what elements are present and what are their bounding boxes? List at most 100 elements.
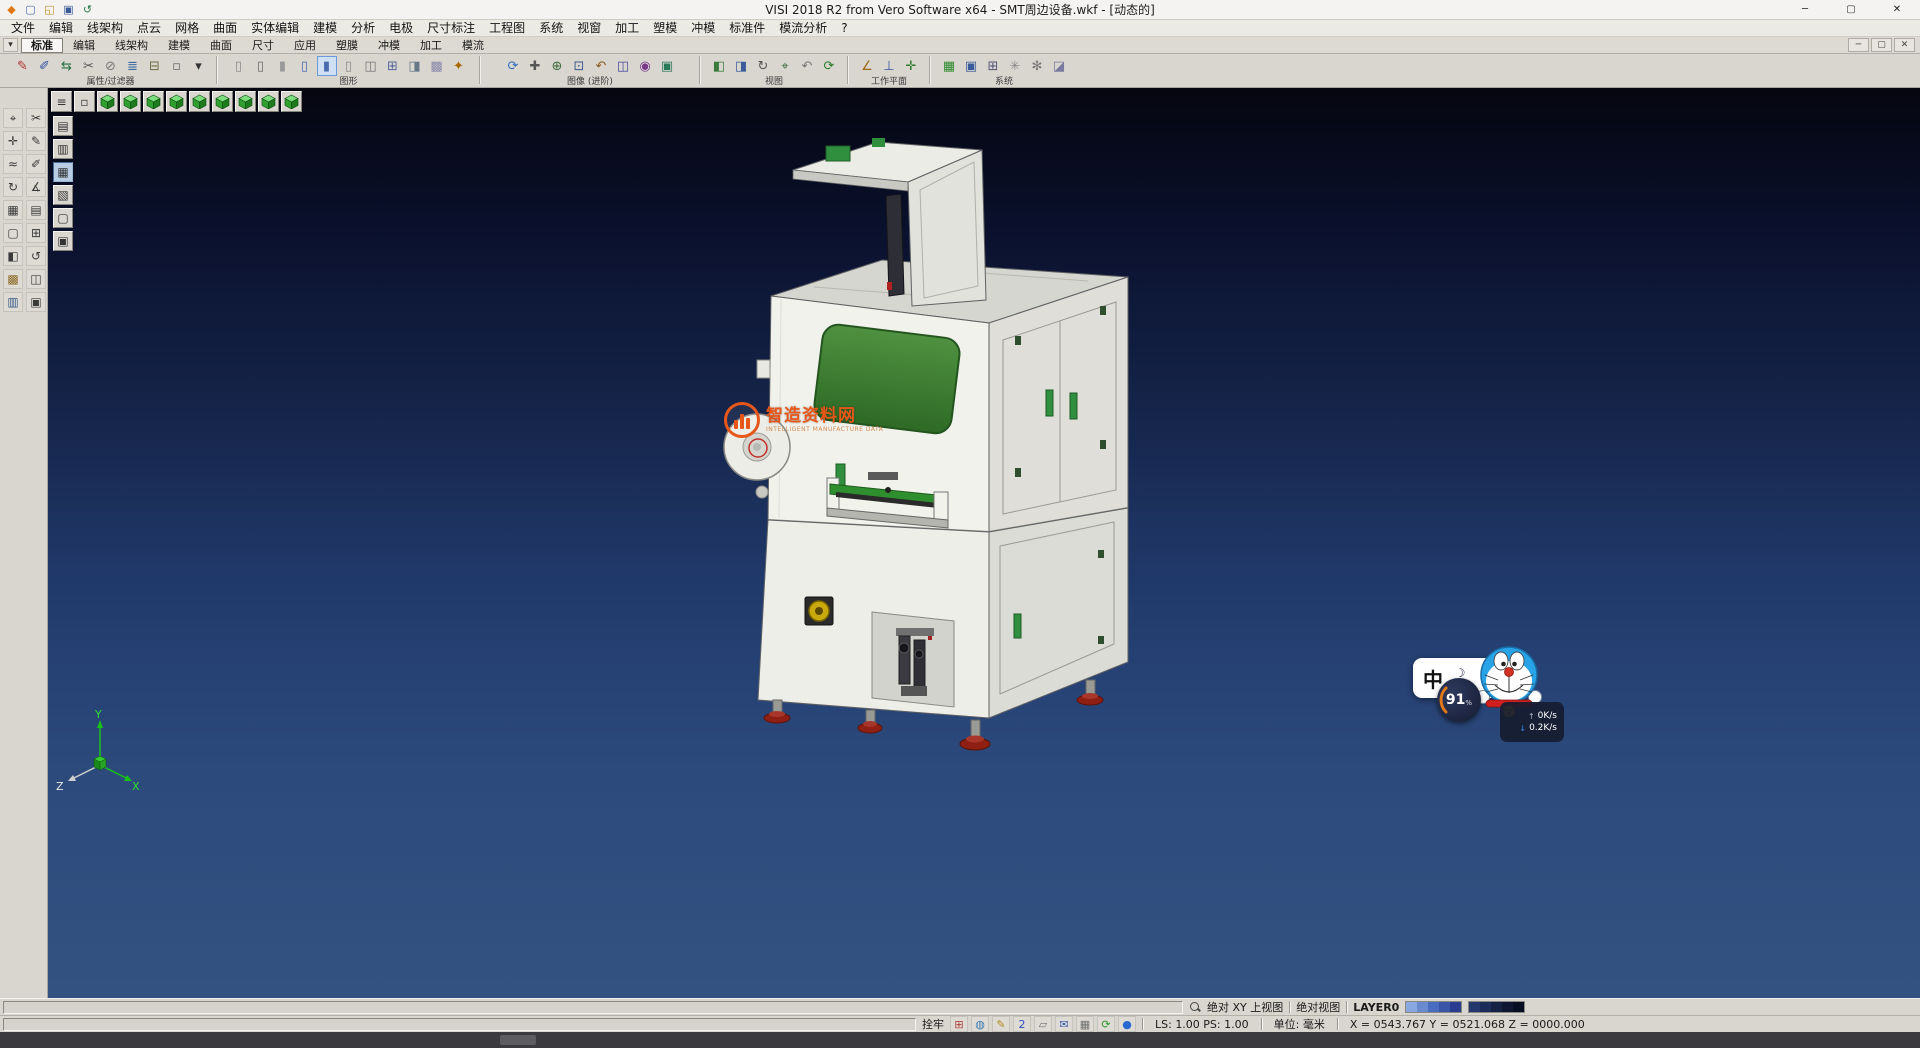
lock-toggle[interactable]: 拴牢 <box>922 1016 944 1032</box>
zoom-in-icon[interactable]: ⊕ <box>547 56 567 76</box>
system-cad-link-icon[interactable]: ◪ <box>1049 56 1069 76</box>
scale-indicator[interactable]: LS: 1.00 PS: 1.00 <box>1149 1018 1255 1031</box>
view-cube-axon[interactable] <box>258 91 279 112</box>
grid-display-icon[interactable]: ⊞ <box>383 56 403 76</box>
tab-application[interactable]: 应用 <box>284 38 326 53</box>
curve-icon[interactable]: ≈ <box>3 154 23 174</box>
power-switch[interactable] <box>805 597 833 625</box>
air-filter-unit[interactable] <box>872 612 954 707</box>
menu-item[interactable]: 点云 <box>130 20 168 36</box>
color-swatch[interactable] <box>1439 1002 1450 1012</box>
window-maximize-button[interactable]: ▢ <box>1828 0 1874 19</box>
menu-item[interactable]: 实体编辑 <box>244 20 306 36</box>
previous-view-icon[interactable]: ↶ <box>591 56 611 76</box>
view-cube-top[interactable] <box>120 91 141 112</box>
absolute-view-indicator[interactable]: 绝对视图 <box>1296 999 1340 1015</box>
color-swatch[interactable] <box>1502 1002 1513 1012</box>
tab-dimension[interactable]: 尺寸 <box>242 38 284 53</box>
filter-cut-icon[interactable]: ✂ <box>79 56 99 76</box>
hidden-line-mode-icon[interactable]: ▯ <box>251 56 271 76</box>
mdi-restore-button[interactable]: ▢ <box>1871 38 1892 52</box>
menu-item[interactable]: 电极 <box>382 20 420 36</box>
color-swatch[interactable] <box>1450 1002 1461 1012</box>
auto-refresh-icon[interactable]: ⟳ <box>1097 1016 1115 1032</box>
workspace-panel-toggle[interactable]: ▤ <box>53 116 73 136</box>
system-snap-icon[interactable]: ✳ <box>1005 56 1025 76</box>
layers-icon[interactable]: ▥ <box>3 292 23 312</box>
revolve-icon[interactable]: ↺ <box>26 246 46 266</box>
multi-window-icon[interactable]: ◫ <box>613 56 633 76</box>
layer-color-swatches[interactable] <box>1405 1001 1462 1013</box>
tab-mold[interactable]: 塑膜 <box>326 38 368 53</box>
shaded-edges-mode-icon[interactable]: ▯ <box>295 56 315 76</box>
door-handle[interactable] <box>1046 390 1053 416</box>
ghost-mode-icon[interactable]: ▮ <box>317 56 337 76</box>
battery-percent-badge[interactable]: 91 % <box>1437 678 1481 722</box>
tab-wireframe[interactable]: 线架构 <box>105 38 158 53</box>
menu-item[interactable]: 工程图 <box>482 20 532 36</box>
system-table-icon[interactable]: ⊞ <box>983 56 1003 76</box>
workplane-angle-icon[interactable]: ∠ <box>857 56 877 76</box>
snap-settings-icon[interactable]: ⊞ <box>950 1016 968 1032</box>
view-mode-indicator[interactable]: 绝对 XY 上视图 <box>1207 999 1283 1015</box>
box-icon[interactable]: ▢ <box>3 223 23 243</box>
mirror-icon[interactable]: ◫ <box>26 269 46 289</box>
mdi-minimize-button[interactable]: ─ <box>1848 38 1869 52</box>
new-file-icon[interactable]: ▢ <box>22 2 39 18</box>
menu-item[interactable]: 网格 <box>168 20 206 36</box>
surface-icon[interactable]: ▤ <box>26 200 46 220</box>
edit-curve-icon[interactable]: ✐ <box>26 154 46 174</box>
view-front-icon[interactable]: ◨ <box>731 56 751 76</box>
color-swatch[interactable] <box>1428 1002 1439 1012</box>
layer-two-icon[interactable]: 2 <box>1013 1016 1031 1032</box>
message-icon[interactable]: ✉ <box>1055 1016 1073 1032</box>
window-close-button[interactable]: ✕ <box>1874 0 1920 19</box>
view-cube-back[interactable] <box>212 91 233 112</box>
menu-item[interactable]: 线架构 <box>80 20 130 36</box>
table-mode-icon[interactable]: ▦ <box>1076 1016 1094 1032</box>
machine-model[interactable]: Y X Z <box>48 88 1920 998</box>
system-monitor-icon[interactable]: ▣ <box>961 56 981 76</box>
boolean-icon[interactable]: ⊞ <box>26 223 46 243</box>
color-swatch[interactable] <box>1469 1002 1480 1012</box>
menu-item[interactable]: ? <box>834 20 854 36</box>
undo-icon[interactable]: ↺ <box>79 2 96 18</box>
units-indicator[interactable]: 单位: 毫米 <box>1268 1016 1331 1032</box>
point-icon[interactable]: ✛ <box>3 131 23 151</box>
app-logo-icon[interactable]: ◆ <box>3 2 20 18</box>
menu-item[interactable]: 文件 <box>4 20 42 36</box>
view-cube-left[interactable] <box>189 91 210 112</box>
grid-toggle-icon[interactable]: ◍ <box>971 1016 989 1032</box>
trim-icon[interactable]: ✂ <box>26 108 46 128</box>
color-swatch[interactable] <box>1417 1002 1428 1012</box>
taskbar[interactable] <box>0 1032 1920 1048</box>
view-back-icon[interactable]: ↶ <box>797 56 817 76</box>
sphere-snap-icon[interactable]: ● <box>1118 1016 1136 1032</box>
menu-item[interactable]: 建模 <box>306 20 344 36</box>
menu-item[interactable]: 尺寸标注 <box>420 20 482 36</box>
filter-list-icon[interactable]: ≣ <box>123 56 143 76</box>
filter-box-icon[interactable]: ▫ <box>167 56 187 76</box>
pan-view-icon[interactable]: ✚ <box>525 56 545 76</box>
sketch-icon[interactable]: ✎ <box>26 131 46 151</box>
tab-die[interactable]: 冲模 <box>368 38 410 53</box>
view-list-button[interactable]: ≡ <box>51 91 72 112</box>
attribute-line-icon[interactable]: ✐ <box>35 56 55 76</box>
section-mode-icon[interactable]: ▯ <box>339 56 359 76</box>
extrude-icon[interactable]: ◧ <box>3 246 23 266</box>
line-style-swatches[interactable] <box>1468 1001 1525 1013</box>
display-pair-icon[interactable]: ◨ <box>405 56 425 76</box>
menu-item[interactable]: 编辑 <box>42 20 80 36</box>
views-panel-toggle[interactable]: ▢ <box>53 208 73 228</box>
render-options-icon[interactable]: ✦ <box>449 56 469 76</box>
tab-modeling[interactable]: 建模 <box>158 38 200 53</box>
filter-dropdown[interactable]: ▾ <box>189 56 209 76</box>
door-handle[interactable] <box>1014 614 1021 638</box>
view-refresh-icon[interactable]: ⟳ <box>819 56 839 76</box>
render-image-icon[interactable]: ▣ <box>657 56 677 76</box>
menu-item[interactable]: 标准件 <box>722 20 772 36</box>
view-cube-iso[interactable] <box>97 91 118 112</box>
rotate-icon[interactable]: ↻ <box>3 177 23 197</box>
attribute-color-icon[interactable]: ✎ <box>13 56 33 76</box>
view-cube-bottom[interactable] <box>235 91 256 112</box>
